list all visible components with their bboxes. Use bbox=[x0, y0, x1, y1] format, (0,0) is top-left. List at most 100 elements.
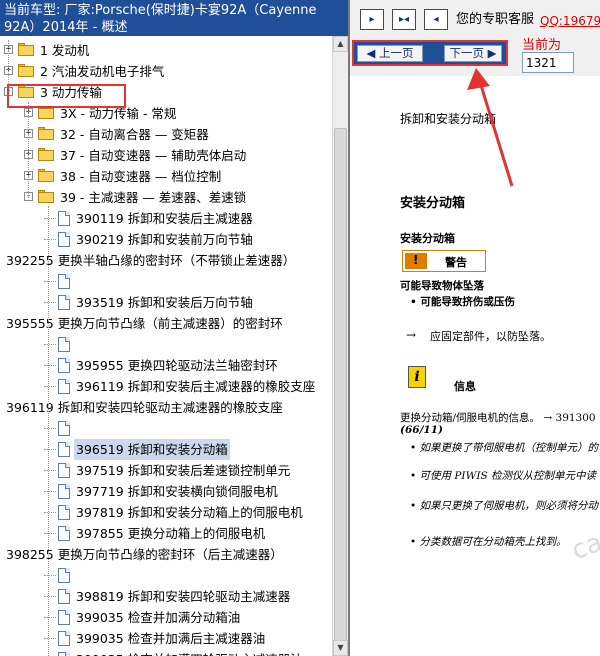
left-arrow-icon: ◀ bbox=[366, 46, 379, 60]
document-icon bbox=[58, 463, 70, 478]
document-pane: ▸ ▸◂ ◂ 您的专职客服 QQ:19679 ◀ 上一页 下一页 ▶ 当前为 拆… bbox=[348, 0, 600, 656]
current-vehicle-header: 当前车型: 厂家:Porsche(保时捷)卡宴92A（Cayenne 92A）2… bbox=[0, 0, 348, 36]
tree-folder[interactable]: +1 发动机 bbox=[0, 40, 332, 61]
document-icon bbox=[58, 421, 70, 436]
document-icon bbox=[58, 379, 70, 394]
tree-folder-label: 37 - 自动变速器 — 辅助壳体启动 bbox=[60, 148, 247, 163]
service-label: 您的专职客服 bbox=[456, 12, 535, 27]
expand-left-button[interactable]: ◂ bbox=[424, 9, 448, 30]
scroll-up-icon[interactable]: ▲ bbox=[333, 36, 348, 52]
prev-page-label: 上一页 bbox=[379, 46, 414, 60]
info-icon: i bbox=[408, 366, 426, 388]
tree-item-label: 395955 更换四轮驱动法兰轴密封环 bbox=[76, 358, 278, 373]
tree-guide bbox=[28, 102, 29, 198]
tree-connector bbox=[44, 281, 56, 282]
tree-folder-label: 1 发动机 bbox=[40, 43, 90, 58]
folder-icon bbox=[18, 43, 35, 57]
tree-folder[interactable]: +2 汽油发动机电子排气 bbox=[0, 61, 332, 82]
document-content: 拆卸和安装分动箱 安装分动箱 安装分动箱 ! 警告 可能导致物体坠落 • 可能导… bbox=[350, 76, 600, 656]
tree-item[interactable]: 397819 拆卸和安装分动箱上的伺服电机 bbox=[0, 502, 332, 523]
tree-item[interactable]: 390219 拆卸和安装前万向节轴 bbox=[0, 229, 332, 250]
tree-folder[interactable]: -39 - 主减速器 — 差速器、差速锁 bbox=[0, 187, 332, 208]
tree-item[interactable]: 397519 拆卸和安装后差速锁控制单元 bbox=[0, 460, 332, 481]
warning-box: ! 警告 bbox=[402, 250, 486, 272]
info-bullet-3: • 如果只更换了伺服电机，则必须将分动 bbox=[410, 500, 599, 512]
document-icon bbox=[58, 337, 70, 352]
tree-pane: 当前车型: 厂家:Porsche(保时捷)卡宴92A（Cayenne 92A）2… bbox=[0, 0, 348, 656]
tree-item[interactable]: 398819 拆卸和安装四轮驱动主减速器 bbox=[0, 586, 332, 607]
doc-title: 拆卸和安装分动箱 bbox=[400, 112, 497, 126]
tree-item[interactable]: 390119 拆卸和安装后主减速器 bbox=[0, 208, 332, 229]
qq-link[interactable]: QQ:19679 bbox=[540, 14, 600, 28]
tree-item[interactable]: 392255 更换半轴凸缘的密封环（不带锁止差速器） bbox=[0, 250, 332, 292]
document-icon bbox=[58, 526, 70, 541]
tree-item[interactable]: 396119 拆卸和安装四轮驱动主减速器的橡胶支座 bbox=[0, 397, 332, 439]
next-page-button[interactable]: 下一页 ▶ bbox=[444, 45, 502, 62]
scroll-down-icon[interactable]: ▼ bbox=[333, 640, 348, 656]
tree-item[interactable]: 399035 检查并加满分动箱油 bbox=[0, 607, 332, 628]
tree-item-label: 390119 拆卸和安装后主减速器 bbox=[76, 211, 253, 226]
expand-right-button[interactable]: ▸ bbox=[360, 9, 384, 30]
tree-item[interactable]: 398255 更换万向节凸缘的密封环（后主减速器） bbox=[0, 544, 332, 586]
tree-connector bbox=[44, 218, 56, 219]
chapter-tree: +1 发动机 +2 汽油发动机电子排气 -3 动力传输 +3X - 动力传输 - 常规… bbox=[0, 40, 332, 656]
tree-connector bbox=[44, 575, 56, 576]
replace-note: 更换分动箱/伺服电机的信息。 → 391300 bbox=[400, 412, 596, 424]
tree-item[interactable]: 395555 更换万向节凸缘（前主减速器）的密封环 bbox=[0, 313, 332, 355]
tree-connector bbox=[44, 596, 56, 597]
tree-item[interactable]: 393519 拆卸和安装后万向节轴 bbox=[0, 292, 332, 313]
prev-page-button[interactable]: ◀ 上一页 bbox=[357, 45, 423, 62]
document-icon bbox=[58, 631, 70, 646]
tree-folder[interactable]: +32 - 自动离合器 — 变矩器 bbox=[0, 124, 332, 145]
split-view-button[interactable]: ▸◂ bbox=[392, 9, 416, 30]
tree-connector bbox=[44, 302, 56, 303]
tree-item[interactable]: 397719 拆卸和安装横向锁伺服电机 bbox=[0, 481, 332, 502]
info-bullet-2-text: 可使用 PIWIS 检测仪从控制单元中读 bbox=[419, 470, 597, 482]
folder-icon bbox=[38, 190, 55, 204]
document-icon bbox=[58, 295, 70, 310]
document-icon bbox=[58, 211, 70, 226]
warning-label: 警告 bbox=[445, 256, 467, 269]
tree-item-label: 399035 检查并加满后主减速器油 bbox=[76, 631, 266, 646]
tree-folder[interactable]: +37 - 自动变速器 — 辅助壳体启动 bbox=[0, 145, 332, 166]
tree-item[interactable]: 397855 更换分动箱上的伺服电机 bbox=[0, 523, 332, 544]
toolbar: ▸ ▸◂ ◂ 您的专职客服 QQ:19679 ◀ 上一页 下一页 ▶ 当前为 bbox=[350, 0, 600, 76]
current-page-input[interactable] bbox=[522, 52, 574, 73]
tree-folder-label: 39 - 主减速器 — 差速器、差速锁 bbox=[60, 190, 247, 205]
tree-connector bbox=[44, 470, 56, 471]
document-icon bbox=[58, 589, 70, 604]
danger-title: 可能导致物体坠落 bbox=[400, 280, 484, 292]
document-icon bbox=[58, 274, 70, 289]
scroll-thumb[interactable] bbox=[334, 128, 347, 656]
tree-item-label: 396119 拆卸和安装后主减速器的橡胶支座 bbox=[76, 379, 316, 394]
tree-item[interactable]: 395955 更换四轮驱动法兰轴密封环 bbox=[0, 355, 332, 376]
tree-item[interactable]: 399035 检查并加满四轮驱动主减速器油 bbox=[0, 649, 332, 656]
document-icon bbox=[58, 358, 70, 373]
tree-connector bbox=[44, 491, 56, 492]
fix-note: 应固定部件，以防坠落。 bbox=[430, 330, 551, 343]
right-arrow-icon: ▶ bbox=[484, 46, 497, 60]
tree-connector bbox=[44, 428, 56, 429]
document-icon bbox=[58, 568, 70, 583]
info-bullet-2: • 可使用 PIWIS 检测仪从控制单元中读 bbox=[410, 470, 597, 482]
section-title: 安装分动箱 bbox=[400, 196, 466, 211]
tree-connector bbox=[44, 386, 56, 387]
tree-item[interactable]: 396519 拆卸和安装分动箱 bbox=[0, 439, 332, 460]
info-bullet-4-text: 分类数据可在分动箱壳上找到。 bbox=[419, 536, 567, 548]
tree-folder[interactable]: +38 - 自动变速器 — 档位控制 bbox=[0, 166, 332, 187]
tree-item-label: 392255 更换半轴凸缘的密封环（不带锁止差速器） bbox=[6, 253, 296, 268]
vehicle-line-2: 92A）2014年 - 概述 bbox=[4, 20, 128, 35]
info-bullet-4: • 分类数据可在分动箱壳上找到。 bbox=[410, 536, 567, 548]
tree-scrollbar[interactable]: ▲ ▼ bbox=[332, 36, 348, 656]
info-bullet-1: • 如果更换了带伺服电机（控制单元）的 bbox=[410, 442, 599, 454]
folder-icon bbox=[38, 148, 55, 162]
tree-connector bbox=[44, 617, 56, 618]
document-icon bbox=[58, 442, 70, 457]
folder-icon bbox=[38, 106, 55, 120]
vehicle-line-1: 当前车型: 厂家:Porsche(保时捷)卡宴92A（Cayenne bbox=[4, 3, 317, 18]
tree-item-label: 393519 拆卸和安装后万向节轴 bbox=[76, 295, 253, 310]
tree-guide bbox=[48, 206, 49, 656]
tree-item[interactable]: 399035 检查并加满后主减速器油 bbox=[0, 628, 332, 649]
tree-item[interactable]: 396119 拆卸和安装后主减速器的橡胶支座 bbox=[0, 376, 332, 397]
tree-connector bbox=[44, 344, 56, 345]
